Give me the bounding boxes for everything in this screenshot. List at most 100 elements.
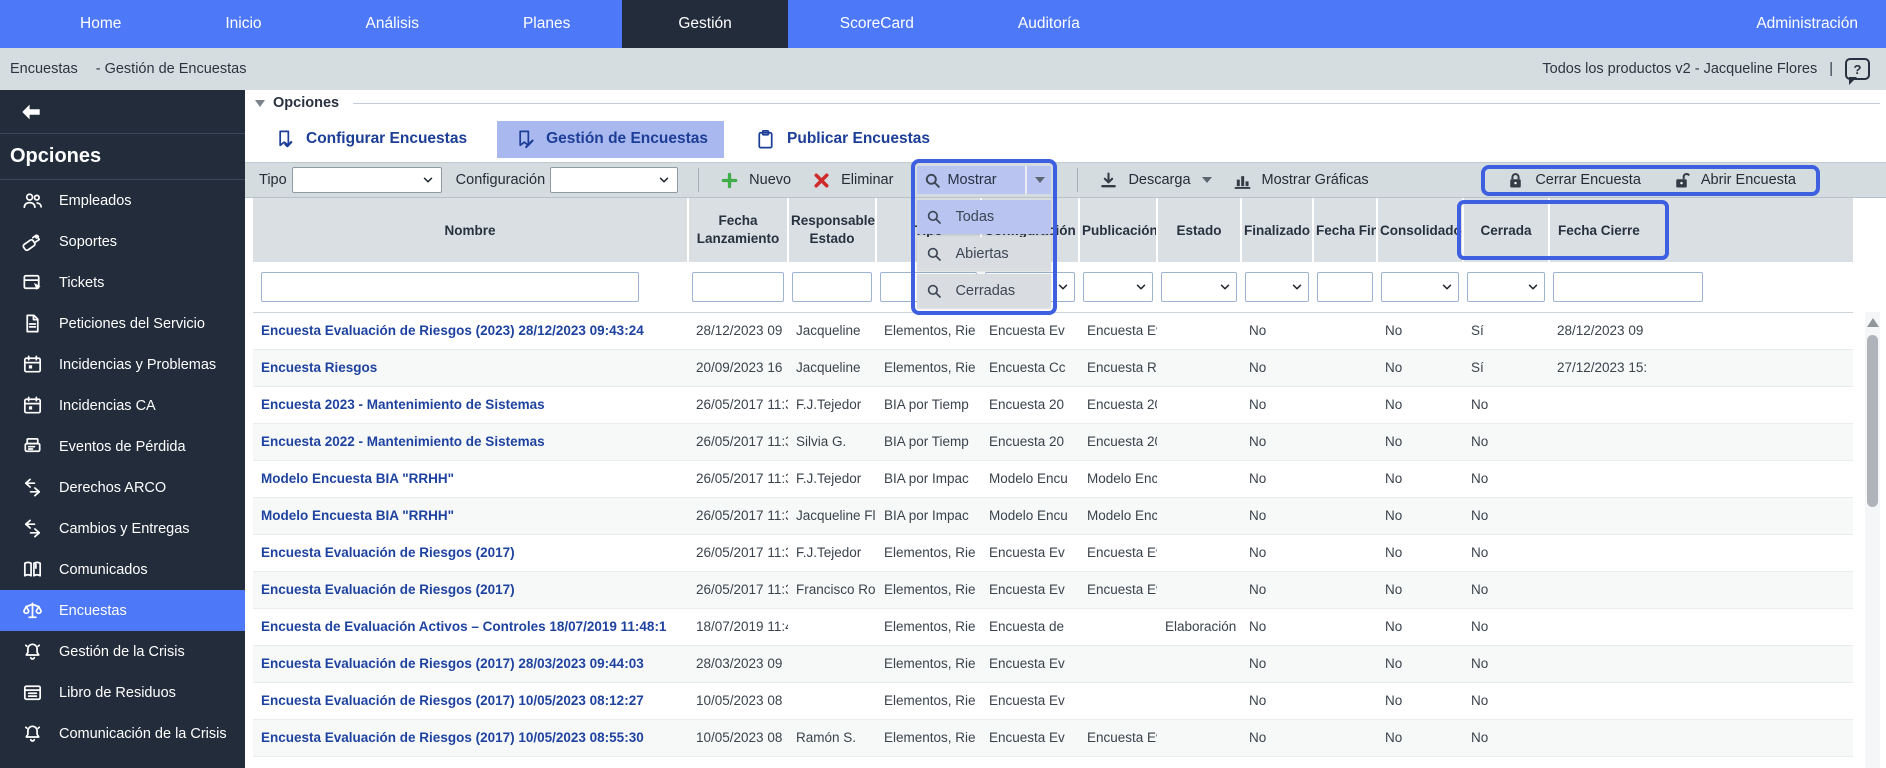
mostrar-option-cerradas[interactable]: Cerradas [917, 274, 1051, 308]
tab-configurar-encuestas[interactable]: Configurar Encuestas [257, 121, 483, 158]
tipo-select[interactable] [292, 167, 442, 193]
eliminar-label: Eliminar [841, 172, 893, 188]
cerrar-encuesta-button[interactable]: Cerrar Encuesta [1495, 170, 1651, 191]
filter-select-finalizado[interactable] [1245, 272, 1309, 302]
abrir-encuesta-button[interactable]: Abrir Encuesta [1661, 170, 1806, 191]
nav-item-planes[interactable]: Planes [471, 0, 622, 48]
cell-fecha-fin [1313, 497, 1377, 534]
help-bubble-icon[interactable]: ? [1845, 58, 1870, 80]
filter-text-input[interactable] [1554, 273, 1702, 301]
scroll-up-icon[interactable] [1867, 318, 1879, 327]
cell-responsable-estado: Jacqueline [788, 349, 876, 386]
sidebar-item-tickets[interactable]: Tickets [0, 262, 245, 303]
column-header-fecha-fin[interactable]: Fecha Fin [1313, 198, 1377, 262]
cell-responsable-estado [788, 645, 876, 682]
tab-publicar-encuestas[interactable]: Publicar Encuestas [738, 121, 946, 158]
filter-input-responsable-estado[interactable] [792, 272, 872, 302]
column-header-estado[interactable]: Estado [1157, 198, 1241, 262]
filter-select-consolidado[interactable] [1381, 272, 1459, 302]
filter-input-fecha-cierre[interactable] [1553, 272, 1703, 302]
filter-select-estado[interactable] [1161, 272, 1237, 302]
sidebar-item-libro-de-residuos[interactable]: Libro de Residuos [0, 672, 245, 713]
nav-item-auditoria[interactable]: Auditoría [966, 0, 1132, 48]
sidebar-item-comunicados[interactable]: Comunicados [0, 549, 245, 590]
collapse-triangle-icon[interactable] [255, 100, 265, 107]
filter-select-cerrada[interactable] [1467, 272, 1545, 302]
column-header-finalizado[interactable]: Finalizado [1241, 198, 1313, 262]
survey-name-link[interactable]: Modelo Encuesta BIA "RRHH" [261, 471, 454, 486]
filter-input-fecha-lanzamiento[interactable] [692, 272, 784, 302]
survey-name-link[interactable]: Encuesta Riesgos [261, 360, 377, 375]
sidebar-item-cambios-y-entregas[interactable]: Cambios y Entregas [0, 508, 245, 549]
sidebar-collapse-button[interactable] [0, 90, 245, 134]
sidebar-item-peticiones-del-servicio[interactable]: Peticiones del Servicio [0, 303, 245, 344]
survey-name-link[interactable]: Encuesta Evaluación de Riesgos (2017) 10… [261, 693, 644, 708]
nav-item-analisis[interactable]: Análisis [314, 0, 471, 48]
cell-finalizado: No [1241, 719, 1313, 756]
product-user-label[interactable]: Todos los productos v2 - Jacqueline Flor… [1542, 61, 1817, 77]
vertical-scrollbar[interactable] [1865, 312, 1880, 768]
column-header-fecha-cierre[interactable]: Fecha Cierre [1549, 198, 1853, 262]
sidebar-item-encuestas[interactable]: Encuestas [0, 590, 245, 631]
scrollbar-thumb[interactable] [1867, 335, 1878, 507]
mostrar-button[interactable]: Mostrar [917, 166, 1051, 194]
sidebar-item-gestion-de-la-crisis[interactable]: Gestión de la Crisis [0, 631, 245, 672]
breadcrumb-module[interactable]: Encuestas [10, 61, 78, 77]
survey-name-link[interactable]: Modelo Encuesta BIA "RRHH" [261, 508, 454, 523]
sidebar-item-eventos-de-perdida[interactable]: Eventos de Pérdida [0, 426, 245, 467]
configuracion-select[interactable] [550, 167, 678, 193]
survey-name-link[interactable]: Encuesta Evaluación de Riesgos (2017) 10… [261, 730, 644, 745]
people-icon [20, 189, 44, 213]
nuevo-button[interactable]: Nuevo [709, 170, 801, 191]
cell-tipo: Elementos, Rie [876, 571, 981, 608]
cerrar-encuesta-label: Cerrar Encuesta [1535, 172, 1641, 188]
column-header-consolidado[interactable]: Consolidado [1377, 198, 1463, 262]
sidebar-item-derechos-arco[interactable]: Derechos ARCO [0, 467, 245, 508]
survey-name-link[interactable]: Encuesta 2023 - Mantenimiento de Sistema… [261, 397, 545, 412]
sidebar-item-empleados[interactable]: Empleados [0, 180, 245, 221]
eliminar-button[interactable]: Eliminar [801, 170, 903, 191]
cell-configuracion: Modelo Encu [981, 460, 1079, 497]
nav-item-gestion[interactable]: Gestión [622, 0, 787, 48]
survey-name-link[interactable]: Encuesta Evaluación de Riesgos (2017) [261, 582, 515, 597]
survey-name-link[interactable]: Encuesta de Evaluación Activos – Control… [261, 619, 666, 634]
cell-fecha-cierre [1549, 534, 1853, 571]
nav-item-home[interactable]: Home [28, 0, 173, 48]
sidebar-item-incidencias-y-problemas[interactable]: Incidencias y Problemas [0, 344, 245, 385]
column-header-responsable-estado[interactable]: Responsable Estado [788, 198, 876, 262]
scales-icon [20, 599, 44, 623]
column-header-nombre[interactable]: Nombre [253, 198, 688, 262]
filter-text-input[interactable] [793, 273, 871, 301]
survey-name-link[interactable]: Encuesta Evaluación de Riesgos (2017) 28… [261, 656, 644, 671]
tab-gestion-de-encuestas[interactable]: Gestión de Encuestas [497, 121, 724, 158]
mostrar-graficas-button[interactable]: Mostrar Gráficas [1222, 170, 1379, 191]
nav-item-inicio[interactable]: Inicio [173, 0, 313, 48]
survey-name-link[interactable]: Encuesta Evaluación de Riesgos (2017) [261, 545, 515, 560]
sidebar-item-comunicacion-de-la-crisis[interactable]: Comunicación de la Crisis [0, 713, 245, 754]
filter-input-nombre[interactable] [261, 272, 639, 302]
mostrar-option-todas[interactable]: Todas [917, 200, 1051, 234]
filter-text-input[interactable] [1318, 273, 1372, 301]
nav-item-administracion[interactable]: Administración [1728, 0, 1886, 48]
filter-cell-finalizado [1241, 262, 1313, 312]
sidebar-item-soportes[interactable]: Soportes [0, 221, 245, 262]
column-header-fecha-lanzamiento[interactable]: Fecha Lanzamiento [688, 198, 788, 262]
filter-text-input[interactable] [693, 273, 783, 301]
cell-responsable-estado: Ramón S. [788, 719, 876, 756]
column-header-publicacion[interactable]: Publicación [1079, 198, 1157, 262]
filter-select-publicacion[interactable] [1083, 272, 1153, 302]
nav-item-scorecard[interactable]: ScoreCard [788, 0, 966, 48]
survey-name-link[interactable]: Encuesta Evaluación de Riesgos (2023) 28… [261, 323, 644, 338]
app-window: HomeInicioAnálisisPlanesGestiónScoreCard… [0, 0, 1886, 768]
toolbar: Tipo Configuración Nuevo Eliminar [245, 162, 1886, 198]
survey-name-link[interactable]: Encuesta 2022 - Mantenimiento de Sistema… [261, 434, 545, 449]
descarga-button[interactable]: Descarga [1088, 170, 1221, 191]
filter-text-input[interactable] [262, 273, 638, 301]
column-header-cerrada[interactable]: Cerrada [1463, 198, 1549, 262]
folder-icon [20, 681, 44, 705]
mostrar-caret[interactable] [1025, 166, 1051, 194]
cell-tipo: Elementos, Rie [876, 349, 981, 386]
sidebar-item-incidencias-ca[interactable]: Incidencias CA [0, 385, 245, 426]
mostrar-option-abiertas[interactable]: Abiertas [917, 237, 1051, 271]
filter-input-fecha-fin[interactable] [1317, 272, 1373, 302]
